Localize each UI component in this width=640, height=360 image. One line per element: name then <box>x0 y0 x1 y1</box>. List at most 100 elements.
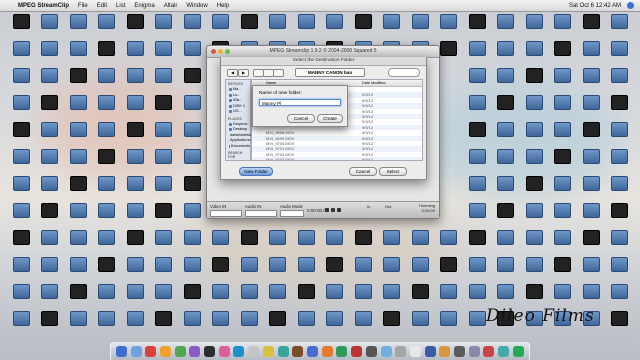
dock-app-icon[interactable] <box>351 346 363 357</box>
desktop-file-icon[interactable] <box>122 311 148 326</box>
desktop-file-icon[interactable] <box>578 284 604 299</box>
desktop-file-icon[interactable] <box>407 311 433 326</box>
desktop-file-icon[interactable] <box>607 311 633 326</box>
desktop-file-icon[interactable] <box>208 311 234 326</box>
desktop-file-icon[interactable] <box>407 230 433 245</box>
desktop-file-icon[interactable] <box>179 68 205 83</box>
file-row[interactable]: MVI_9703.MOV 9/9/12 <box>252 157 422 160</box>
desktop-file-icon[interactable] <box>122 95 148 110</box>
rewind-icon[interactable] <box>325 208 329 212</box>
desktop-file-icon[interactable] <box>151 284 177 299</box>
dock-app-icon[interactable] <box>248 346 260 357</box>
desktop-file-icon[interactable] <box>521 176 547 191</box>
desktop-file-icon[interactable] <box>94 203 120 218</box>
dock-app-icon[interactable] <box>115 346 127 357</box>
dock-app-icon[interactable] <box>321 346 333 357</box>
desktop-file-icon[interactable] <box>550 257 576 272</box>
desktop-file-icon[interactable] <box>122 257 148 272</box>
desktop-file-icon[interactable] <box>236 284 262 299</box>
desktop-file-icon[interactable] <box>208 257 234 272</box>
desktop-file-icon[interactable] <box>179 122 205 137</box>
desktop-file-icon[interactable] <box>151 203 177 218</box>
desktop-file-icon[interactable] <box>293 311 319 326</box>
desktop-file-icon[interactable] <box>179 95 205 110</box>
desktop-file-icon[interactable] <box>265 230 291 245</box>
desktop-file-icon[interactable] <box>122 203 148 218</box>
dock-app-icon[interactable] <box>292 346 304 357</box>
desktop-file-icon[interactable] <box>65 257 91 272</box>
desktop-file-icon[interactable] <box>493 149 519 164</box>
desktop-file-icon[interactable] <box>550 95 576 110</box>
desktop-file-icon[interactable] <box>236 257 262 272</box>
desktop-file-icon[interactable] <box>493 230 519 245</box>
desktop-file-icon[interactable] <box>293 14 319 29</box>
desktop-file-icon[interactable] <box>179 284 205 299</box>
desktop-file-icon[interactable] <box>65 122 91 137</box>
desktop-file-icon[interactable] <box>521 122 547 137</box>
desktop-file-icon[interactable] <box>65 68 91 83</box>
column-view-button[interactable] <box>273 69 284 77</box>
dock-app-icon[interactable] <box>159 346 171 357</box>
menubar-clock[interactable]: Sat Oct 6 12:42 AM <box>569 3 621 9</box>
create-button[interactable]: Create <box>317 114 343 123</box>
desktop-file-icon[interactable] <box>208 284 234 299</box>
desktop-file-icon[interactable] <box>151 95 177 110</box>
desktop-file-icon[interactable] <box>607 257 633 272</box>
forward-icon[interactable] <box>337 208 341 212</box>
desktop-file-icon[interactable] <box>350 284 376 299</box>
desktop-file-icon[interactable] <box>122 14 148 29</box>
dock-app-icon[interactable] <box>454 346 466 357</box>
desktop-file-icon[interactable] <box>464 95 490 110</box>
minimize-window-icon[interactable] <box>218 49 223 54</box>
date-column-header[interactable]: Date Modified <box>362 80 385 86</box>
desktop-file-icon[interactable] <box>607 68 633 83</box>
dock-app-icon[interactable] <box>468 346 480 357</box>
desktop-file-icon[interactable] <box>550 14 576 29</box>
dock-app-icon[interactable] <box>174 346 186 357</box>
desktop-file-icon[interactable] <box>293 284 319 299</box>
desktop-file-icon[interactable] <box>151 176 177 191</box>
desktop-file-icon[interactable] <box>379 230 405 245</box>
desktop-file-icon[interactable] <box>607 149 633 164</box>
desktop-file-icon[interactable] <box>607 203 633 218</box>
desktop-file-icon[interactable] <box>94 122 120 137</box>
desktop-file-icon[interactable] <box>8 14 34 29</box>
desktop-file-icon[interactable] <box>322 311 348 326</box>
desktop-file-icon[interactable] <box>179 176 205 191</box>
desktop-file-icon[interactable] <box>122 230 148 245</box>
desktop-file-icon[interactable] <box>94 41 120 56</box>
desktop-file-icon[interactable] <box>94 14 120 29</box>
menu-list[interactable]: List <box>116 3 125 9</box>
desktop-file-icon[interactable] <box>37 95 63 110</box>
desktop-file-icon[interactable] <box>122 176 148 191</box>
dock-app-icon[interactable] <box>424 346 436 357</box>
desktop-file-icon[interactable] <box>464 230 490 245</box>
desktop-file-icon[interactable] <box>122 284 148 299</box>
desktop-file-icon[interactable] <box>94 68 120 83</box>
desktop-file-icon[interactable] <box>407 284 433 299</box>
desktop-file-icon[interactable] <box>493 95 519 110</box>
desktop-file-icon[interactable] <box>350 257 376 272</box>
desktop-file-icon[interactable] <box>8 149 34 164</box>
desktop-file-icon[interactable] <box>350 311 376 326</box>
desktop-file-icon[interactable] <box>464 284 490 299</box>
desktop-file-icon[interactable] <box>607 41 633 56</box>
desktop-file-icon[interactable] <box>293 230 319 245</box>
desktop-file-icon[interactable] <box>151 230 177 245</box>
desktop-file-icon[interactable] <box>493 122 519 137</box>
desktop-file-icon[interactable] <box>607 176 633 191</box>
desktop-file-icon[interactable] <box>493 68 519 83</box>
desktop-file-icon[interactable] <box>607 95 633 110</box>
desktop-file-icon[interactable] <box>37 176 63 191</box>
desktop-file-icon[interactable] <box>265 14 291 29</box>
folder-name-input[interactable]: Manny Pl <box>259 99 341 106</box>
desktop-file-icon[interactable] <box>322 230 348 245</box>
desktop-file-icon[interactable] <box>436 14 462 29</box>
desktop-file-icon[interactable] <box>94 257 120 272</box>
desktop-file-icon[interactable] <box>94 230 120 245</box>
desktop-file-icon[interactable] <box>493 257 519 272</box>
dock-app-icon[interactable] <box>218 346 230 357</box>
desktop-file-icon[interactable] <box>350 230 376 245</box>
desktop-file-icon[interactable] <box>607 230 633 245</box>
desktop-file-icon[interactable] <box>493 203 519 218</box>
